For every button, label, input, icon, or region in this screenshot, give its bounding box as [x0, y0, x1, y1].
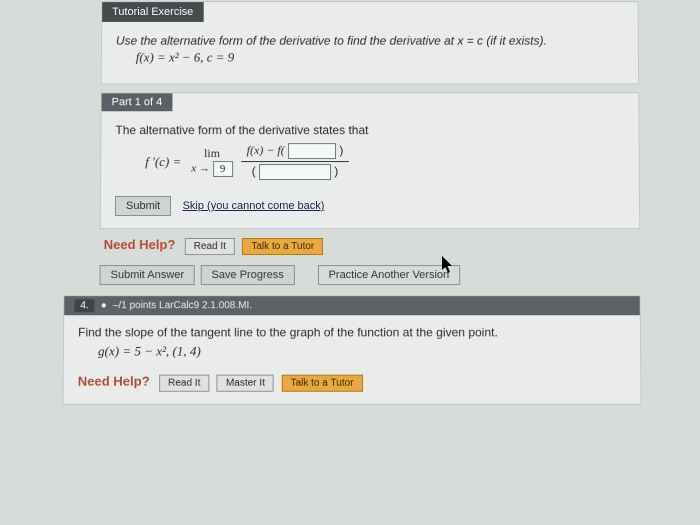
- denominator-prefix: (: [252, 164, 256, 178]
- numerator-prefix: f(x) − f(: [247, 143, 285, 157]
- need-help-label-2: Need Help?: [78, 374, 150, 389]
- talk-tutor-button[interactable]: Talk to a Tutor: [242, 238, 323, 255]
- bullet-icon: ●: [101, 300, 107, 311]
- numerator-suffix: ): [339, 143, 343, 157]
- read-it-button[interactable]: Read It: [185, 238, 235, 255]
- tutorial-instruction: Use the alternative form of the derivati…: [116, 34, 624, 48]
- limit-c-input[interactable]: 9: [213, 161, 233, 177]
- tutorial-tab: Tutorial Exercise: [102, 2, 203, 22]
- submit-step-button[interactable]: Submit: [115, 196, 171, 216]
- numerator-input[interactable]: [288, 143, 336, 159]
- tutorial-formula: f(x) = x² − 6, c = 9: [136, 50, 624, 66]
- part1-tab: Part 1 of 4: [102, 93, 173, 111]
- submit-answer-button[interactable]: Submit Answer: [99, 265, 195, 285]
- read-it-button-2[interactable]: Read It: [159, 375, 210, 392]
- part1-statement: The alternative form of the derivative s…: [115, 123, 624, 137]
- save-progress-button[interactable]: Save Progress: [200, 265, 294, 285]
- talk-tutor-button-2[interactable]: Talk to a Tutor: [281, 375, 362, 392]
- q4-formula: g(x) = 5 − x², (1, 4): [98, 343, 626, 359]
- fprime-label: f ′(c) =: [145, 154, 181, 170]
- denominator-input[interactable]: [259, 164, 331, 180]
- limit-expression: lim x → 9: [191, 146, 232, 177]
- practice-another-button[interactable]: Practice Another Version: [317, 265, 460, 285]
- skip-step-link[interactable]: Skip (you cannot come back): [177, 197, 331, 215]
- need-help-label: Need Help?: [104, 237, 176, 252]
- q4-prompt: Find the slope of the tangent line to th…: [78, 325, 626, 339]
- master-it-button[interactable]: Master It: [217, 375, 274, 392]
- question-points: –/1 points LarCalc9 2.1.008.MI.: [113, 300, 252, 311]
- denominator-suffix: ): [334, 164, 338, 178]
- question-number: 4.: [74, 299, 94, 312]
